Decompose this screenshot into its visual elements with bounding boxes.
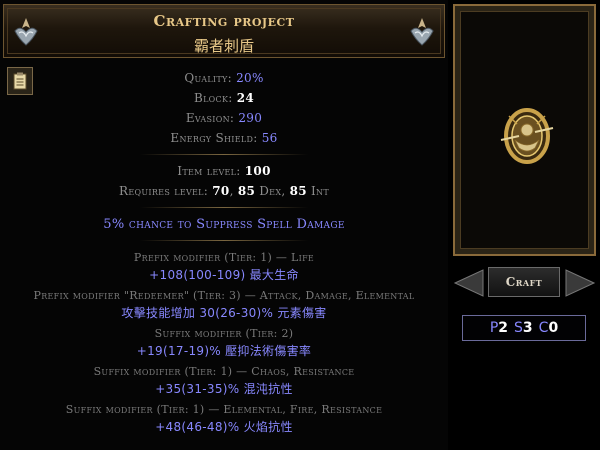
socket-summary: P2 S3 C0 (462, 315, 586, 341)
craft-button[interactable]: Craft (488, 267, 560, 297)
dex-label: Dex, (259, 184, 286, 198)
item-level-label: Item level: (177, 164, 241, 178)
c-label: C (538, 320, 549, 336)
quality-label: Quality: (184, 71, 232, 85)
separator (140, 154, 308, 155)
item-level-row: Item level: 100 (0, 164, 448, 178)
p-label: P (489, 320, 499, 336)
energy-shield-value: 56 (261, 131, 278, 145)
craft-bar: Craft (453, 262, 596, 304)
int-value: 85 (289, 184, 307, 198)
level-value: 70 (212, 184, 230, 198)
energy-shield-label: Energy Shield: (170, 131, 258, 145)
int-label: Int (311, 184, 329, 198)
modifier-header: Prefix modifier (Tier: 1) — Life (133, 251, 315, 264)
evasion-label: Evasion: (185, 111, 235, 125)
modifier-value: +108(100-109) 最大生命 (149, 268, 299, 282)
modifier-header: Suffix modifier (Tier: 2) (154, 327, 294, 340)
modifier-header: Suffix modifier (Tier: 1) — Chaos, Resis… (93, 365, 355, 378)
quality-value: 20% (236, 71, 264, 85)
s-value: 3 (522, 320, 533, 336)
shield-item-icon (500, 108, 554, 164)
item-name: 霸者刺盾 (193, 37, 254, 55)
evasion-row: Evasion: 290 (0, 111, 448, 125)
implicit-modifier: 5% chance to Suppress Spell Damage (103, 217, 345, 232)
c-value: 0 (548, 320, 559, 336)
block-label: Block: (193, 91, 233, 105)
tooltip-header: Crafting project 霸者刺盾 (3, 4, 445, 58)
energy-shield-row: Energy Shield: 56 (0, 131, 448, 145)
modifier-value: +19(17-19)% 壓抑法術傷害率 (136, 344, 312, 358)
block-row: Block: 24 (0, 91, 448, 105)
s-label: S (514, 320, 523, 336)
block-value: 24 (236, 91, 255, 105)
item-preview-slot[interactable] (460, 11, 589, 249)
modifier-value: 攻擊技能增加 30(26-30)% 元素傷害 (121, 306, 327, 320)
header-title: Crafting project (153, 12, 295, 30)
dex-value: 85 (237, 184, 256, 198)
item-level-value: 100 (244, 164, 271, 178)
modifier-header: Prefix modifier "Redeemer" (Tier: 3) — A… (33, 289, 415, 302)
winged-emblem-icon (410, 18, 434, 46)
separator (140, 207, 308, 208)
p-value: 2 (498, 320, 509, 336)
evasion-value: 290 (238, 111, 263, 125)
modifier-header: Suffix modifier (Tier: 1) — Elemental, F… (65, 403, 383, 416)
item-preview-frame (453, 4, 596, 256)
modifier-value: +35(31-35)% 混沌抗性 (155, 382, 293, 396)
separator (140, 240, 308, 241)
item-tooltip-panel: Crafting project 霸者刺盾 Quality: 20% Block… (0, 0, 448, 450)
modifier-value: +48(46-48)% 火焰抗性 (155, 420, 293, 434)
quality-row: Quality: 20% (0, 71, 448, 85)
requirements-row: Requires level: 70, 85 Dex, 85 Int (119, 184, 329, 198)
requires-level-label: Requires level: (119, 184, 209, 198)
